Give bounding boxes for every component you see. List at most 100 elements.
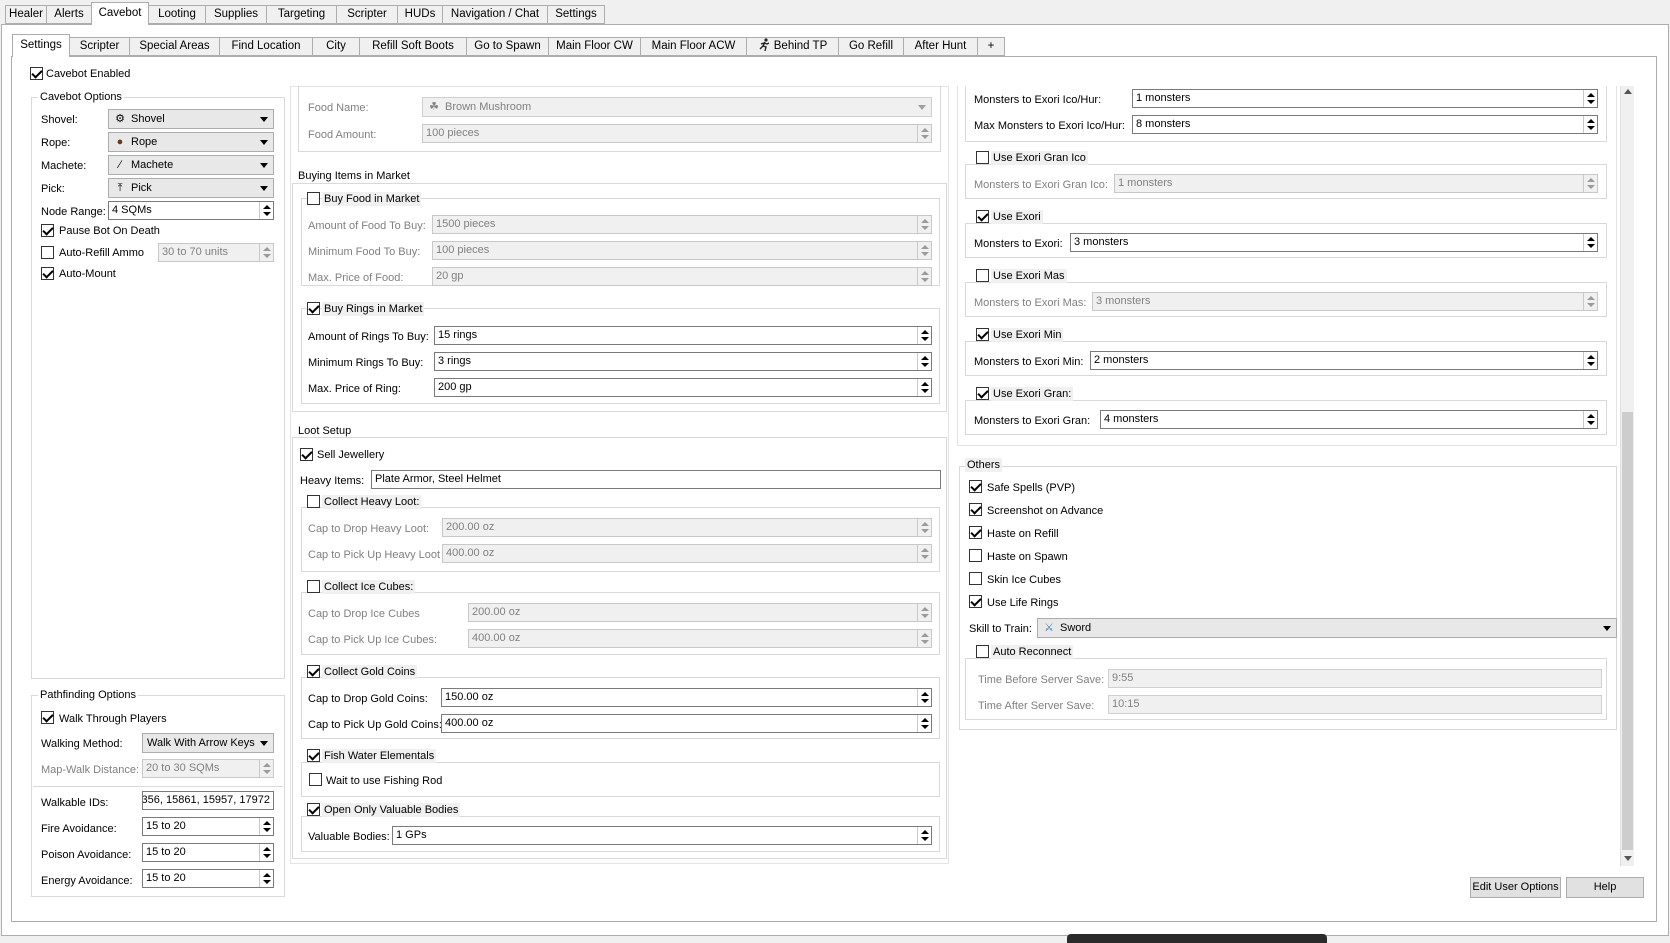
subtab-city[interactable]: City — [312, 37, 360, 56]
subtab-find-location[interactable]: Find Location — [219, 37, 313, 56]
subtab-after-hunt[interactable]: After Hunt — [903, 37, 978, 56]
fire-avoidance-spinbox[interactable]: 15 to 20 — [142, 817, 274, 836]
amount-rings-spinbox[interactable]: 15 rings — [434, 326, 932, 345]
spin-arrows-icon[interactable] — [259, 818, 273, 835]
map-walk-spinbox[interactable]: 20 to 30 SQMs — [142, 759, 274, 778]
tab-huds[interactable]: HUDs — [397, 5, 443, 24]
exori-ico-spinbox[interactable]: 1 monsters — [1132, 89, 1598, 108]
subtab-settings[interactable]: Settings — [12, 34, 70, 57]
max-exori-ico-spinbox[interactable]: 8 monsters — [1132, 115, 1598, 134]
spin-arrows-icon[interactable] — [917, 715, 931, 732]
spin-arrows-icon[interactable] — [259, 244, 273, 261]
node-range-spinbox[interactable]: 4 SQMs — [108, 201, 274, 220]
pause-bot-checkbox[interactable] — [41, 224, 54, 237]
cap-pick-ice-spinbox[interactable]: 400.00 oz — [468, 629, 932, 648]
spin-arrows-icon[interactable] — [1583, 116, 1597, 133]
food-amount-spinbox[interactable]: 100 pieces — [422, 124, 932, 143]
spin-arrows-icon[interactable] — [259, 870, 273, 887]
collect-gold-checkbox[interactable] — [307, 665, 320, 678]
subtab-scripter[interactable]: Scripter — [69, 37, 130, 56]
auto-mount-checkbox[interactable] — [41, 267, 54, 280]
right-scrollbar[interactable] — [1620, 86, 1634, 866]
walking-method-select[interactable]: Walk With Arrow Keys — [142, 733, 274, 753]
buy-rings-checkbox[interactable] — [307, 302, 320, 315]
fish-water-checkbox[interactable] — [307, 749, 320, 762]
subtab-main-floor-acw[interactable]: Main Floor ACW — [640, 37, 747, 56]
spin-arrows-icon[interactable] — [1583, 411, 1597, 428]
spin-arrows-icon[interactable] — [917, 545, 931, 562]
spin-arrows-icon[interactable] — [917, 379, 931, 396]
exori-gran-spinbox[interactable]: 4 monsters — [1100, 410, 1598, 429]
machete-select[interactable]: ∕ Machete — [108, 155, 274, 175]
exori-min-spinbox[interactable]: 2 monsters — [1090, 351, 1598, 370]
spin-arrows-icon[interactable] — [917, 216, 931, 233]
wait-fishing-checkbox[interactable] — [309, 773, 322, 786]
subtab-go-refill[interactable]: Go Refill — [838, 37, 904, 56]
spin-arrows-icon[interactable] — [917, 827, 931, 844]
scroll-thumb[interactable] — [1622, 412, 1633, 850]
spin-arrows-icon[interactable] — [917, 242, 931, 259]
before-save-input[interactable]: 9:55 — [1108, 669, 1602, 688]
tab-looting[interactable]: Looting — [148, 5, 206, 24]
use-mas-checkbox[interactable] — [976, 269, 989, 282]
spin-arrows-icon[interactable] — [1583, 234, 1597, 251]
tab-settings[interactable]: Settings — [547, 5, 605, 24]
collect-ice-checkbox[interactable] — [307, 580, 320, 593]
use-min-checkbox[interactable] — [976, 328, 989, 341]
skin-ice-checkbox[interactable] — [969, 572, 982, 585]
tab-alerts[interactable]: Alerts — [46, 5, 92, 24]
walk-through-checkbox[interactable] — [41, 711, 54, 724]
spin-arrows-icon[interactable] — [1583, 90, 1597, 107]
tab-supplies[interactable]: Supplies — [205, 5, 267, 24]
rope-select[interactable]: ● Rope — [108, 132, 274, 152]
life-rings-checkbox[interactable] — [969, 595, 982, 608]
spin-arrows-icon[interactable] — [259, 844, 273, 861]
help-button[interactable]: Help — [1566, 877, 1644, 898]
scroll-down-icon[interactable] — [1624, 856, 1632, 861]
safe-spells-checkbox[interactable] — [969, 480, 982, 493]
spin-arrows-icon[interactable] — [917, 689, 931, 706]
auto-reconnect-checkbox[interactable] — [976, 645, 989, 658]
gran-ico-spinbox[interactable]: 1 monsters — [1114, 174, 1598, 193]
open-valuable-checkbox[interactable] — [307, 803, 320, 816]
spin-arrows-icon[interactable] — [1583, 352, 1597, 369]
subtab-special-areas[interactable]: Special Areas — [129, 37, 220, 56]
energy-avoidance-spinbox[interactable]: 15 to 20 — [142, 869, 274, 888]
skill-train-select[interactable]: ⚔ Sword — [1037, 618, 1617, 638]
exori-spinbox[interactable]: 3 monsters — [1070, 233, 1598, 252]
cap-drop-gold-spinbox[interactable]: 150.00 oz — [441, 688, 932, 707]
spin-arrows-icon[interactable] — [917, 327, 931, 344]
haste-refill-checkbox[interactable] — [969, 526, 982, 539]
scroll-up-icon[interactable] — [1624, 89, 1632, 94]
poison-avoidance-spinbox[interactable]: 15 to 20 — [142, 843, 274, 862]
min-rings-spinbox[interactable]: 3 rings — [434, 352, 932, 371]
cavebot-enabled-checkbox[interactable] — [30, 67, 43, 80]
use-gran-ico-checkbox[interactable] — [976, 151, 989, 164]
spin-arrows-icon[interactable] — [1583, 175, 1597, 192]
exori-mas-spinbox[interactable]: 3 monsters — [1092, 292, 1598, 311]
edit-user-options-button[interactable]: Edit User Options — [1470, 877, 1561, 898]
tab-targeting[interactable]: Targeting — [266, 5, 337, 24]
collect-heavy-checkbox[interactable] — [307, 495, 320, 508]
spin-arrows-icon[interactable] — [917, 604, 931, 621]
max-price-food-spinbox[interactable]: 20 gp — [432, 267, 932, 286]
spin-arrows-icon[interactable] — [917, 268, 931, 285]
spin-arrows-icon[interactable] — [917, 353, 931, 370]
max-price-ring-spinbox[interactable]: 200 gp — [434, 378, 932, 397]
cap-pick-gold-spinbox[interactable]: 400.00 oz — [441, 714, 932, 733]
subtab-add[interactable]: + — [977, 37, 1005, 56]
use-exori-checkbox[interactable] — [976, 210, 989, 223]
use-gran-checkbox[interactable] — [976, 387, 989, 400]
spin-arrows-icon[interactable] — [259, 760, 273, 777]
food-name-select[interactable]: ☘ Brown Mushroom — [422, 97, 932, 117]
pick-select[interactable]: ⤒ Pick — [108, 178, 274, 198]
screenshot-checkbox[interactable] — [969, 503, 982, 516]
amount-food-spinbox[interactable]: 1500 pieces — [432, 215, 932, 234]
cap-pick-heavy-spinbox[interactable]: 400.00 oz — [442, 544, 932, 563]
buy-food-checkbox[interactable] — [307, 192, 320, 205]
valuable-bodies-spinbox[interactable]: 1 GPs — [392, 826, 932, 845]
auto-refill-checkbox[interactable] — [41, 246, 54, 259]
haste-spawn-checkbox[interactable] — [969, 549, 982, 562]
spin-arrows-icon[interactable] — [1583, 293, 1597, 310]
auto-refill-spinbox[interactable]: 30 to 70 units — [158, 243, 274, 262]
